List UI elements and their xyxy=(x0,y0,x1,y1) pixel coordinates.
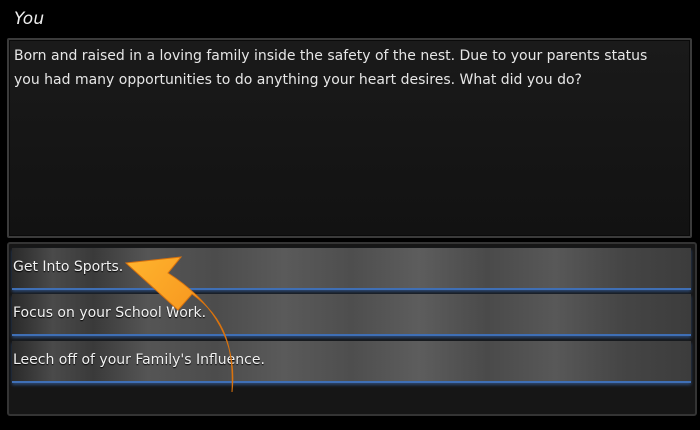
choice-label: Focus on your School Work. xyxy=(13,305,207,321)
speaker-name: You xyxy=(14,9,45,29)
choice-focus-on-school-work[interactable]: Focus on your School Work. xyxy=(12,294,691,336)
choices-panel: Get Into Sports. Focus on your School Wo… xyxy=(7,242,697,416)
choice-label: Leech off of your Family's Influence. xyxy=(13,352,265,368)
choice-leech-family-influence[interactable]: Leech off of your Family's Influence. xyxy=(12,341,691,383)
dialog-box: Born and raised in a loving family insid… xyxy=(7,38,692,238)
choice-get-into-sports[interactable]: Get Into Sports. xyxy=(12,248,691,290)
dialog-text: Born and raised in a loving family insid… xyxy=(14,48,648,88)
choice-label: Get Into Sports. xyxy=(13,259,124,275)
